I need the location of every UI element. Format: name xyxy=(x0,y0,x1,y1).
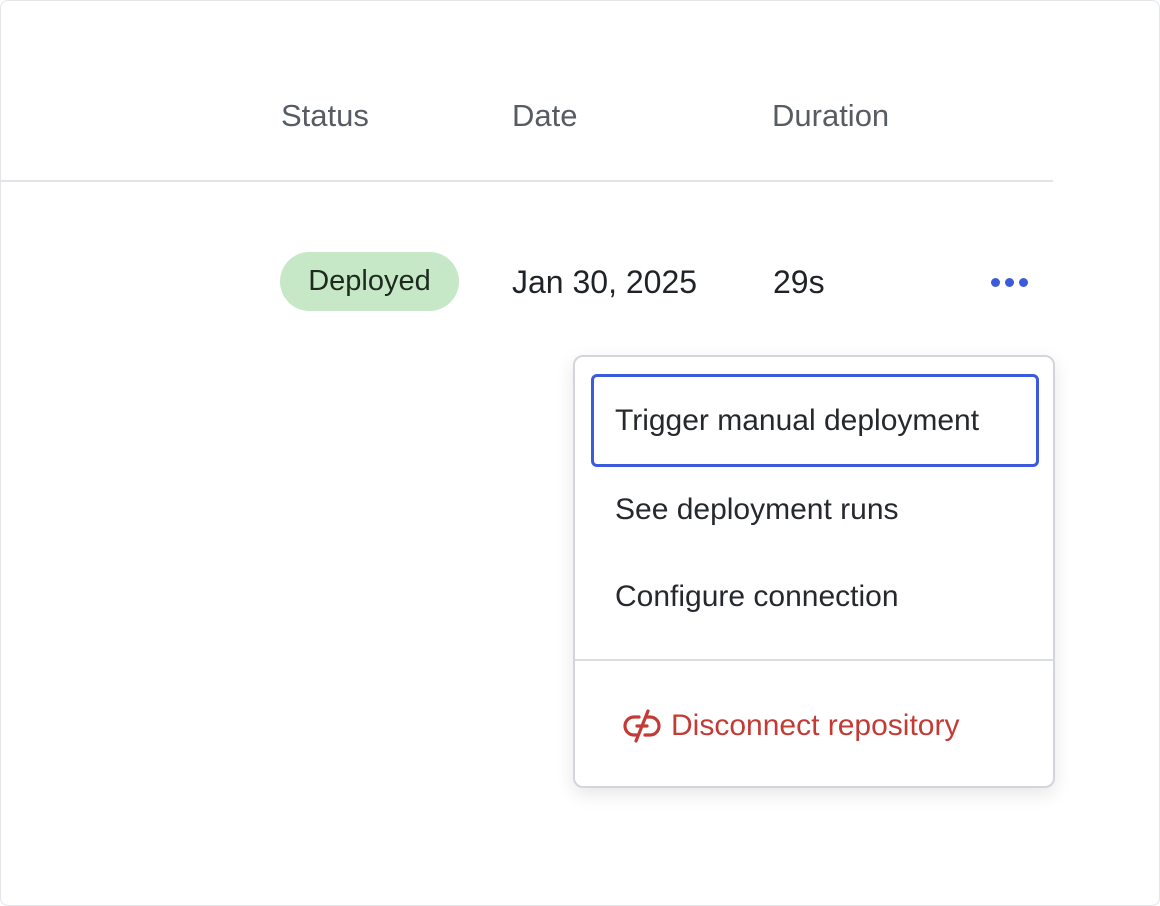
menu-item-configure-connection[interactable]: Configure connection xyxy=(591,550,1039,643)
column-header-duration[interactable]: Duration xyxy=(772,96,889,136)
column-header-status[interactable]: Status xyxy=(281,96,369,136)
more-horizontal-icon xyxy=(990,277,1000,287)
unlink-icon xyxy=(621,708,663,744)
menu-item-disconnect-repository[interactable]: Disconnect repository xyxy=(591,679,1039,772)
table-header: Status Date Duration xyxy=(0,0,1053,182)
more-horizontal-icon xyxy=(1018,277,1028,287)
disconnect-repository-label: Disconnect repository xyxy=(671,708,960,742)
column-header-date[interactable]: Date xyxy=(512,96,577,136)
menu-item-see-deployment-runs[interactable]: See deployment runs xyxy=(591,463,1039,556)
menu-item-trigger-manual-deployment[interactable]: Trigger manual deployment xyxy=(591,374,1039,467)
row-actions-menu: Trigger manual deployment See deployment… xyxy=(573,355,1055,788)
duration-cell: 29s xyxy=(773,264,825,300)
more-actions-button[interactable] xyxy=(980,264,1038,300)
menu-divider xyxy=(575,659,1053,661)
status-badge: Deployed xyxy=(280,252,459,311)
date-cell: Jan 30, 2025 xyxy=(512,264,698,300)
more-horizontal-icon xyxy=(1004,277,1014,287)
